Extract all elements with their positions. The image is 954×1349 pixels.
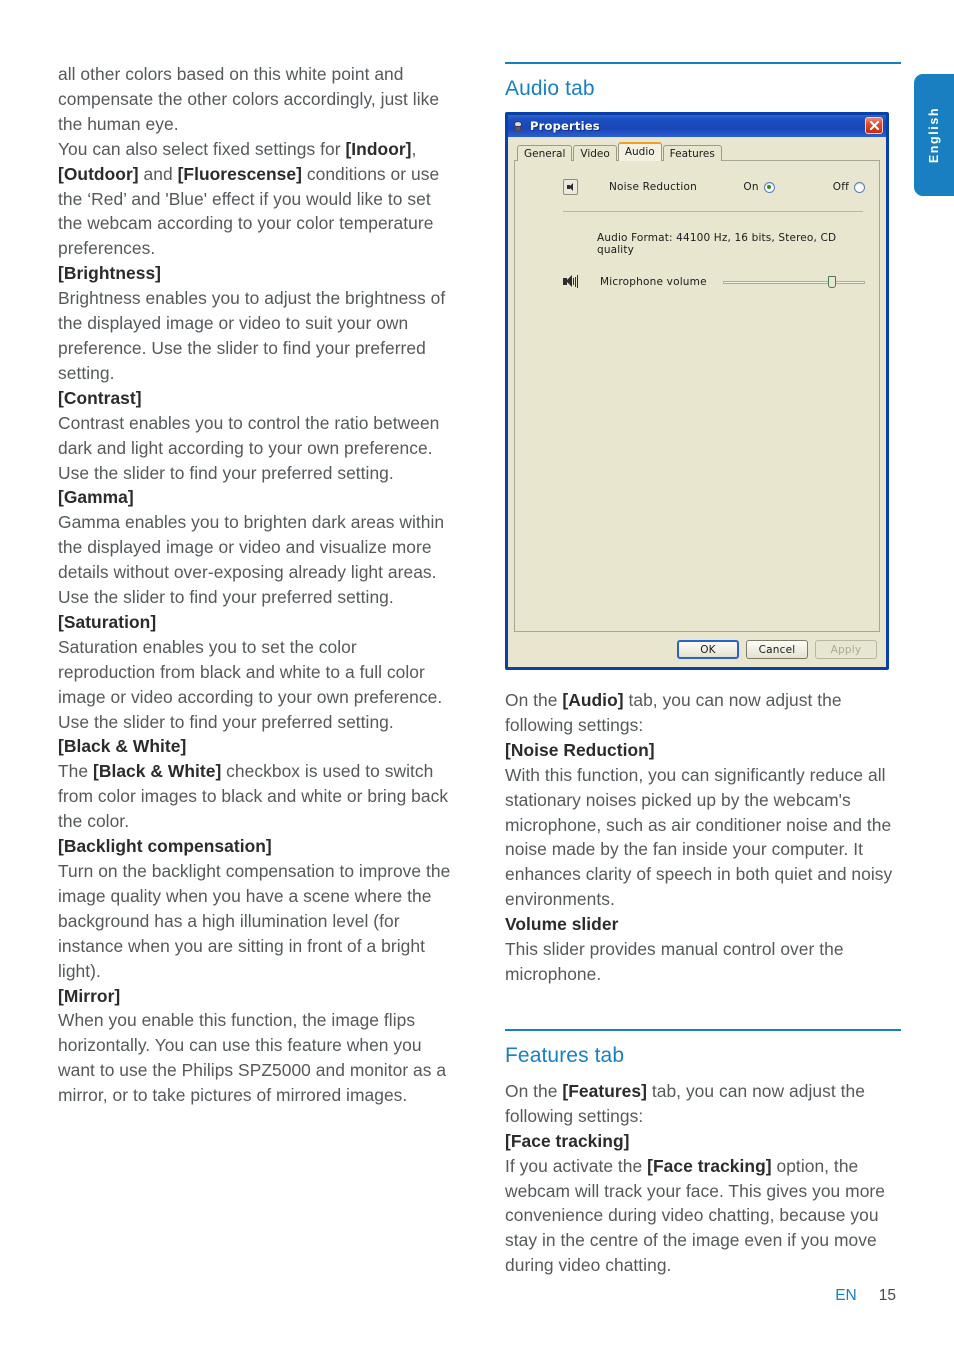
term-outdoor: [Outdoor]: [58, 163, 139, 184]
language-tab: English: [914, 74, 954, 196]
paragraph-features-intro: On the [Features] tab, you can now adjus…: [505, 1079, 901, 1129]
audio-format-text: Audio Format: 44100 Hz, 16 bits, Stereo,…: [597, 232, 837, 256]
paragraph-white-point: all other colors based on this white poi…: [58, 64, 440, 134]
text-fragment: On the: [505, 1080, 563, 1101]
audio-tab-panel: Noise Reduction On Off Audio Format: 441…: [514, 160, 880, 632]
tab-features[interactable]: Features: [662, 145, 722, 161]
left-text-column: all other colors based on this white poi…: [58, 62, 454, 1108]
footer-language-code: EN: [835, 1287, 857, 1304]
term-audio: [Audio]: [562, 690, 624, 710]
paragraph-black-and-white: The [Black & White] checkbox is used to …: [58, 759, 454, 834]
paragraph-fixed-settings: You can also select fixed settings for […: [58, 137, 454, 262]
noise-reduction-off-label: Off: [832, 181, 849, 193]
close-icon[interactable]: [865, 117, 883, 134]
heading-noise-reduction: [Noise Reduction]: [505, 739, 655, 760]
term-features: [Features]: [562, 1080, 647, 1101]
heading-brightness: [Brightness]: [58, 263, 162, 284]
text-fragment: ,: [411, 138, 417, 159]
radio-off[interactable]: [854, 181, 865, 193]
webcam-icon: [512, 120, 525, 133]
section-title-audio-tab: Audio tab: [505, 77, 595, 100]
paragraph-contrast: Contrast enables you to control the rati…: [58, 412, 440, 483]
section-header-features-tab: Features tab: [505, 1028, 901, 1068]
section-header-audio-tab: Audio tab: [505, 62, 901, 101]
text-fragment: If you activate the: [505, 1155, 648, 1176]
heading-saturation: [Saturation]: [58, 611, 157, 632]
slider-track: [722, 280, 865, 284]
term-indoor: [Indoor]: [345, 138, 412, 159]
text-fragment: On the: [505, 690, 563, 710]
footer-page-number: 15: [878, 1287, 896, 1304]
term-fluorescense: [Fluorescense]: [177, 163, 302, 184]
properties-dialog: Properties General Video Audio Features: [505, 112, 889, 670]
heading-contrast: [Contrast]: [58, 387, 142, 408]
tab-general[interactable]: General: [517, 145, 573, 161]
dialog-titlebar: Properties: [508, 115, 886, 137]
speaker-icon: [563, 275, 578, 288]
dialog-body: General Video Audio Features Noise Reduc…: [508, 137, 886, 667]
microphone-volume-label: Microphone volume: [600, 275, 707, 288]
text-fragment: and: [138, 163, 178, 184]
term-face-tracking: [Face tracking]: [647, 1155, 772, 1176]
paragraph-backlight-compensation: Turn on the backlight compensation to im…: [58, 861, 451, 981]
paragraph-volume-slider: This slider provides manual control over…: [505, 939, 844, 984]
text-fragment: You can also select fixed settings for: [58, 138, 346, 159]
right-text-column: Audio tab Properties General Video Audio…: [505, 62, 901, 1278]
noise-reduction-row: Noise Reduction On Off: [529, 179, 865, 195]
noise-reduction-off-option[interactable]: Off: [833, 181, 865, 193]
language-tab-label: English: [927, 106, 941, 164]
noise-reduction-on-label: On: [743, 181, 759, 193]
tab-video[interactable]: Video: [573, 145, 617, 161]
dialog-tabstrip: General Video Audio Features: [514, 142, 880, 161]
heading-volume-slider: Volume slider: [505, 914, 619, 935]
heading-mirror: [Mirror]: [58, 985, 121, 1006]
dialog-title: Properties: [530, 119, 600, 133]
cancel-button[interactable]: Cancel: [746, 640, 808, 659]
paragraph-noise-reduction: With this function, you can significantl…: [505, 764, 893, 910]
ok-button[interactable]: OK: [677, 640, 739, 659]
heading-face-tracking: [Face tracking]: [505, 1130, 630, 1151]
paragraph-audio-intro: On the [Audio] tab, you can now adjust t…: [505, 688, 901, 738]
section-title-features-tab: Features tab: [505, 1043, 625, 1067]
heading-gamma: [Gamma]: [58, 487, 134, 508]
panel-divider: [563, 211, 863, 212]
tab-audio[interactable]: Audio: [617, 142, 662, 161]
dialog-action-buttons: OK Cancel Apply: [514, 632, 880, 660]
speaker-small-icon[interactable]: [563, 179, 578, 195]
heading-backlight-compensation: [Backlight compensation]: [58, 836, 272, 857]
radio-on[interactable]: [763, 181, 775, 193]
heading-black-and-white: [Black & White]: [58, 736, 187, 757]
noise-reduction-radio-group: On Off: [743, 181, 865, 193]
paragraph-face-tracking: If you activate the [Face tracking] opti…: [505, 1154, 901, 1279]
apply-button: Apply: [815, 640, 877, 659]
microphone-volume-slider[interactable]: [722, 275, 865, 288]
term-black-and-white: [Black & White]: [93, 761, 222, 782]
noise-reduction-label: Noise Reduction: [609, 181, 697, 193]
paragraph-saturation: Saturation enables you to set the color …: [58, 636, 443, 732]
paragraph-brightness: Brightness enables you to adjust the bri…: [58, 288, 446, 383]
slider-thumb[interactable]: [828, 275, 837, 288]
paragraph-mirror: When you enable this function, the image…: [58, 1010, 447, 1106]
page-footer: EN 15: [835, 1287, 896, 1305]
noise-reduction-on-option[interactable]: On: [743, 181, 775, 193]
paragraph-gamma: Gamma enables you to brighten dark areas…: [58, 512, 445, 608]
microphone-volume-row: Microphone volume: [529, 275, 865, 288]
text-fragment: The: [58, 761, 93, 782]
